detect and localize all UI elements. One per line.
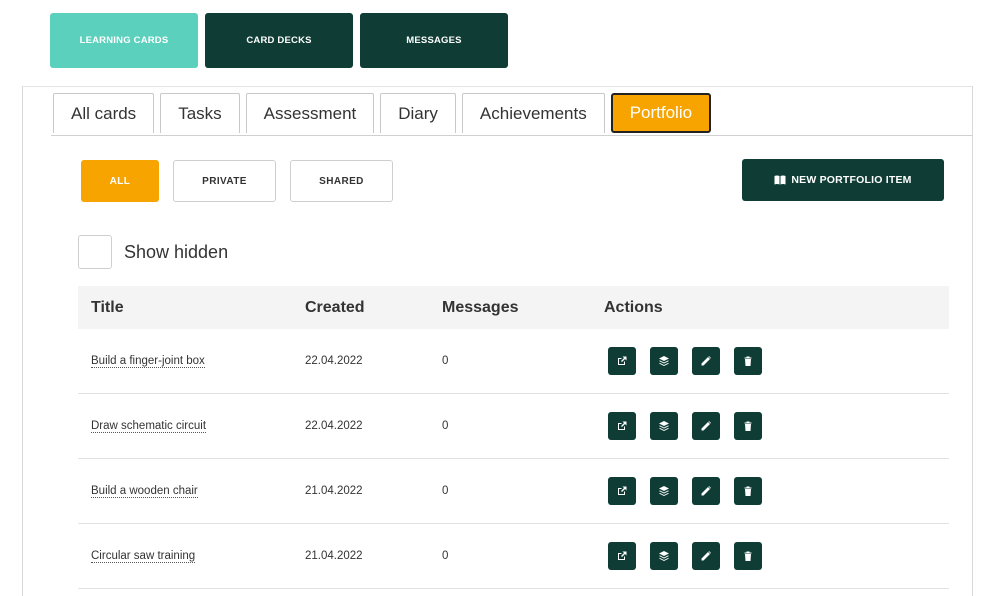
tab-portfolio[interactable]: Portfolio bbox=[610, 93, 712, 133]
header-created: Created bbox=[305, 298, 365, 316]
delete-button[interactable] bbox=[734, 542, 762, 570]
filter-group: ALL PRIVATE SHARED bbox=[81, 160, 393, 202]
table-body: Build a finger-joint box 22.04.2022 0 Dr… bbox=[78, 329, 949, 589]
deck-button[interactable] bbox=[650, 347, 678, 375]
row-title-link[interactable]: Circular saw training bbox=[91, 550, 196, 563]
delete-button[interactable] bbox=[734, 412, 762, 440]
table-row: Circular saw training 21.04.2022 0 bbox=[78, 524, 949, 589]
open-button[interactable] bbox=[608, 542, 636, 570]
layers-icon bbox=[659, 356, 669, 366]
delete-button[interactable] bbox=[734, 347, 762, 375]
learning-cards-button[interactable]: LEARNING CARDS bbox=[50, 13, 198, 68]
pencil-icon bbox=[701, 356, 711, 366]
layers-icon bbox=[659, 486, 669, 496]
row-created: 22.04.2022 bbox=[305, 420, 363, 432]
tab-diary[interactable]: Diary bbox=[380, 93, 456, 133]
edit-button[interactable] bbox=[692, 347, 720, 375]
edit-button[interactable] bbox=[692, 542, 720, 570]
row-created: 21.04.2022 bbox=[305, 550, 363, 562]
card-decks-button[interactable]: CARD DECKS bbox=[205, 13, 353, 68]
top-navigation: LEARNING CARDS CARD DECKS MESSAGES bbox=[50, 13, 508, 68]
new-portfolio-item-label: NEW PORTFOLIO ITEM bbox=[791, 174, 912, 186]
content-panel: All cards Tasks Assessment Diary Achieve… bbox=[22, 86, 973, 596]
book-open-icon bbox=[774, 175, 786, 185]
tab-achievements[interactable]: Achievements bbox=[461, 93, 605, 133]
tab-all-cards[interactable]: All cards bbox=[53, 93, 155, 133]
show-hidden-row: Show hidden bbox=[78, 235, 228, 269]
edit-button[interactable] bbox=[692, 477, 720, 505]
row-created: 21.04.2022 bbox=[305, 485, 363, 497]
row-title-cell: Draw schematic circuit bbox=[91, 394, 207, 458]
filter-shared-button[interactable]: SHARED bbox=[290, 160, 393, 202]
table-row: Build a finger-joint box 22.04.2022 0 bbox=[78, 329, 949, 394]
show-hidden-checkbox[interactable] bbox=[78, 235, 112, 269]
row-messages: 0 bbox=[442, 485, 449, 497]
row-title-link[interactable]: Build a wooden chair bbox=[91, 485, 198, 498]
row-messages: 0 bbox=[442, 355, 449, 367]
row-actions bbox=[608, 459, 762, 523]
filter-private-button[interactable]: PRIVATE bbox=[173, 160, 276, 202]
trash-icon bbox=[744, 551, 752, 561]
row-title-link[interactable]: Build a finger-joint box bbox=[91, 355, 205, 368]
deck-button[interactable] bbox=[650, 477, 678, 505]
layers-icon bbox=[659, 421, 669, 431]
delete-button[interactable] bbox=[734, 477, 762, 505]
trash-icon bbox=[744, 486, 752, 496]
portfolio-table: Title Created Messages Actions Build a f… bbox=[78, 286, 949, 589]
edit-button[interactable] bbox=[692, 412, 720, 440]
show-hidden-label: Show hidden bbox=[124, 241, 229, 262]
deck-button[interactable] bbox=[650, 412, 678, 440]
header-messages: Messages bbox=[442, 298, 519, 316]
layers-icon bbox=[659, 551, 669, 561]
pencil-icon bbox=[701, 551, 711, 561]
tab-tasks[interactable]: Tasks bbox=[160, 93, 240, 133]
filter-all-button[interactable]: ALL bbox=[81, 160, 159, 202]
deck-button[interactable] bbox=[650, 542, 678, 570]
header-title: Title bbox=[91, 298, 124, 316]
trash-icon bbox=[744, 421, 752, 431]
table-header: Title Created Messages Actions bbox=[78, 286, 949, 329]
tab-assessment[interactable]: Assessment bbox=[245, 93, 375, 133]
new-portfolio-item-button[interactable]: NEW PORTFOLIO ITEM bbox=[742, 159, 944, 201]
external-link-icon bbox=[618, 551, 627, 560]
open-button[interactable] bbox=[608, 347, 636, 375]
external-link-icon bbox=[618, 421, 627, 430]
header-actions: Actions bbox=[604, 298, 663, 316]
tabs-divider bbox=[51, 135, 972, 136]
messages-button[interactable]: MESSAGES bbox=[360, 13, 508, 68]
row-created: 22.04.2022 bbox=[305, 355, 363, 367]
row-messages: 0 bbox=[442, 550, 449, 562]
row-actions bbox=[608, 524, 762, 588]
row-actions bbox=[608, 329, 762, 393]
row-title-link[interactable]: Draw schematic circuit bbox=[91, 420, 207, 433]
open-button[interactable] bbox=[608, 477, 636, 505]
external-link-icon bbox=[618, 356, 627, 365]
row-title-cell: Build a wooden chair bbox=[91, 459, 198, 523]
row-title-cell: Build a finger-joint box bbox=[91, 329, 205, 393]
row-title-cell: Circular saw training bbox=[91, 524, 196, 588]
open-button[interactable] bbox=[608, 412, 636, 440]
table-row: Draw schematic circuit 22.04.2022 0 bbox=[78, 394, 949, 459]
pencil-icon bbox=[701, 421, 711, 431]
table-row: Build a wooden chair 21.04.2022 0 bbox=[78, 459, 949, 524]
pencil-icon bbox=[701, 486, 711, 496]
external-link-icon bbox=[618, 486, 627, 495]
row-messages: 0 bbox=[442, 420, 449, 432]
tab-bar: All cards Tasks Assessment Diary Achieve… bbox=[53, 93, 712, 133]
trash-icon bbox=[744, 356, 752, 366]
row-actions bbox=[608, 394, 762, 458]
